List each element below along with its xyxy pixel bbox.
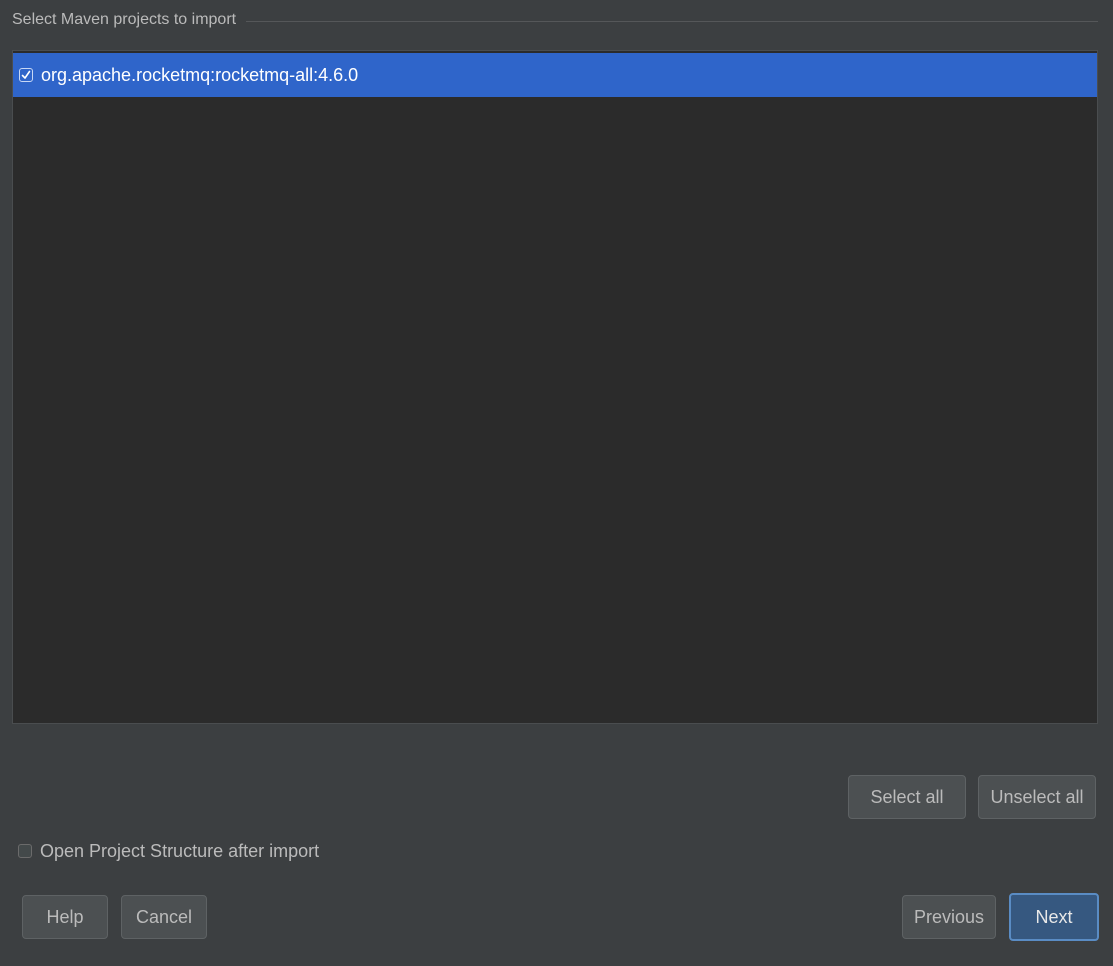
help-button[interactable]: Help	[22, 895, 108, 939]
previous-button[interactable]: Previous	[902, 895, 996, 939]
open-structure-label: Open Project Structure after import	[40, 840, 320, 861]
group-title: Select Maven projects to import	[12, 11, 237, 28]
checkmark-icon	[21, 70, 31, 79]
cancel-button[interactable]: Cancel	[121, 895, 207, 939]
unselect-all-button[interactable]: Unselect all	[978, 775, 1096, 819]
open-structure-checkbox[interactable]	[18, 844, 32, 858]
project-row[interactable]: org.apache.rocketmq:rocketmq-all:4.6.0	[13, 53, 1097, 97]
open-structure-option[interactable]: Open Project Structure after import	[18, 838, 319, 864]
project-list[interactable]: org.apache.rocketmq:rocketmq-all:4.6.0	[12, 50, 1098, 724]
group-header: Select Maven projects to import	[12, 10, 1098, 30]
next-button[interactable]: Next	[1009, 893, 1099, 941]
group-divider	[246, 20, 1098, 22]
project-label: org.apache.rocketmq:rocketmq-all:4.6.0	[41, 64, 359, 85]
project-checkbox[interactable]	[19, 68, 33, 82]
maven-import-dialog: { "group": { "title": "Select Maven proj…	[0, 0, 1113, 966]
select-all-button[interactable]: Select all	[848, 775, 966, 819]
